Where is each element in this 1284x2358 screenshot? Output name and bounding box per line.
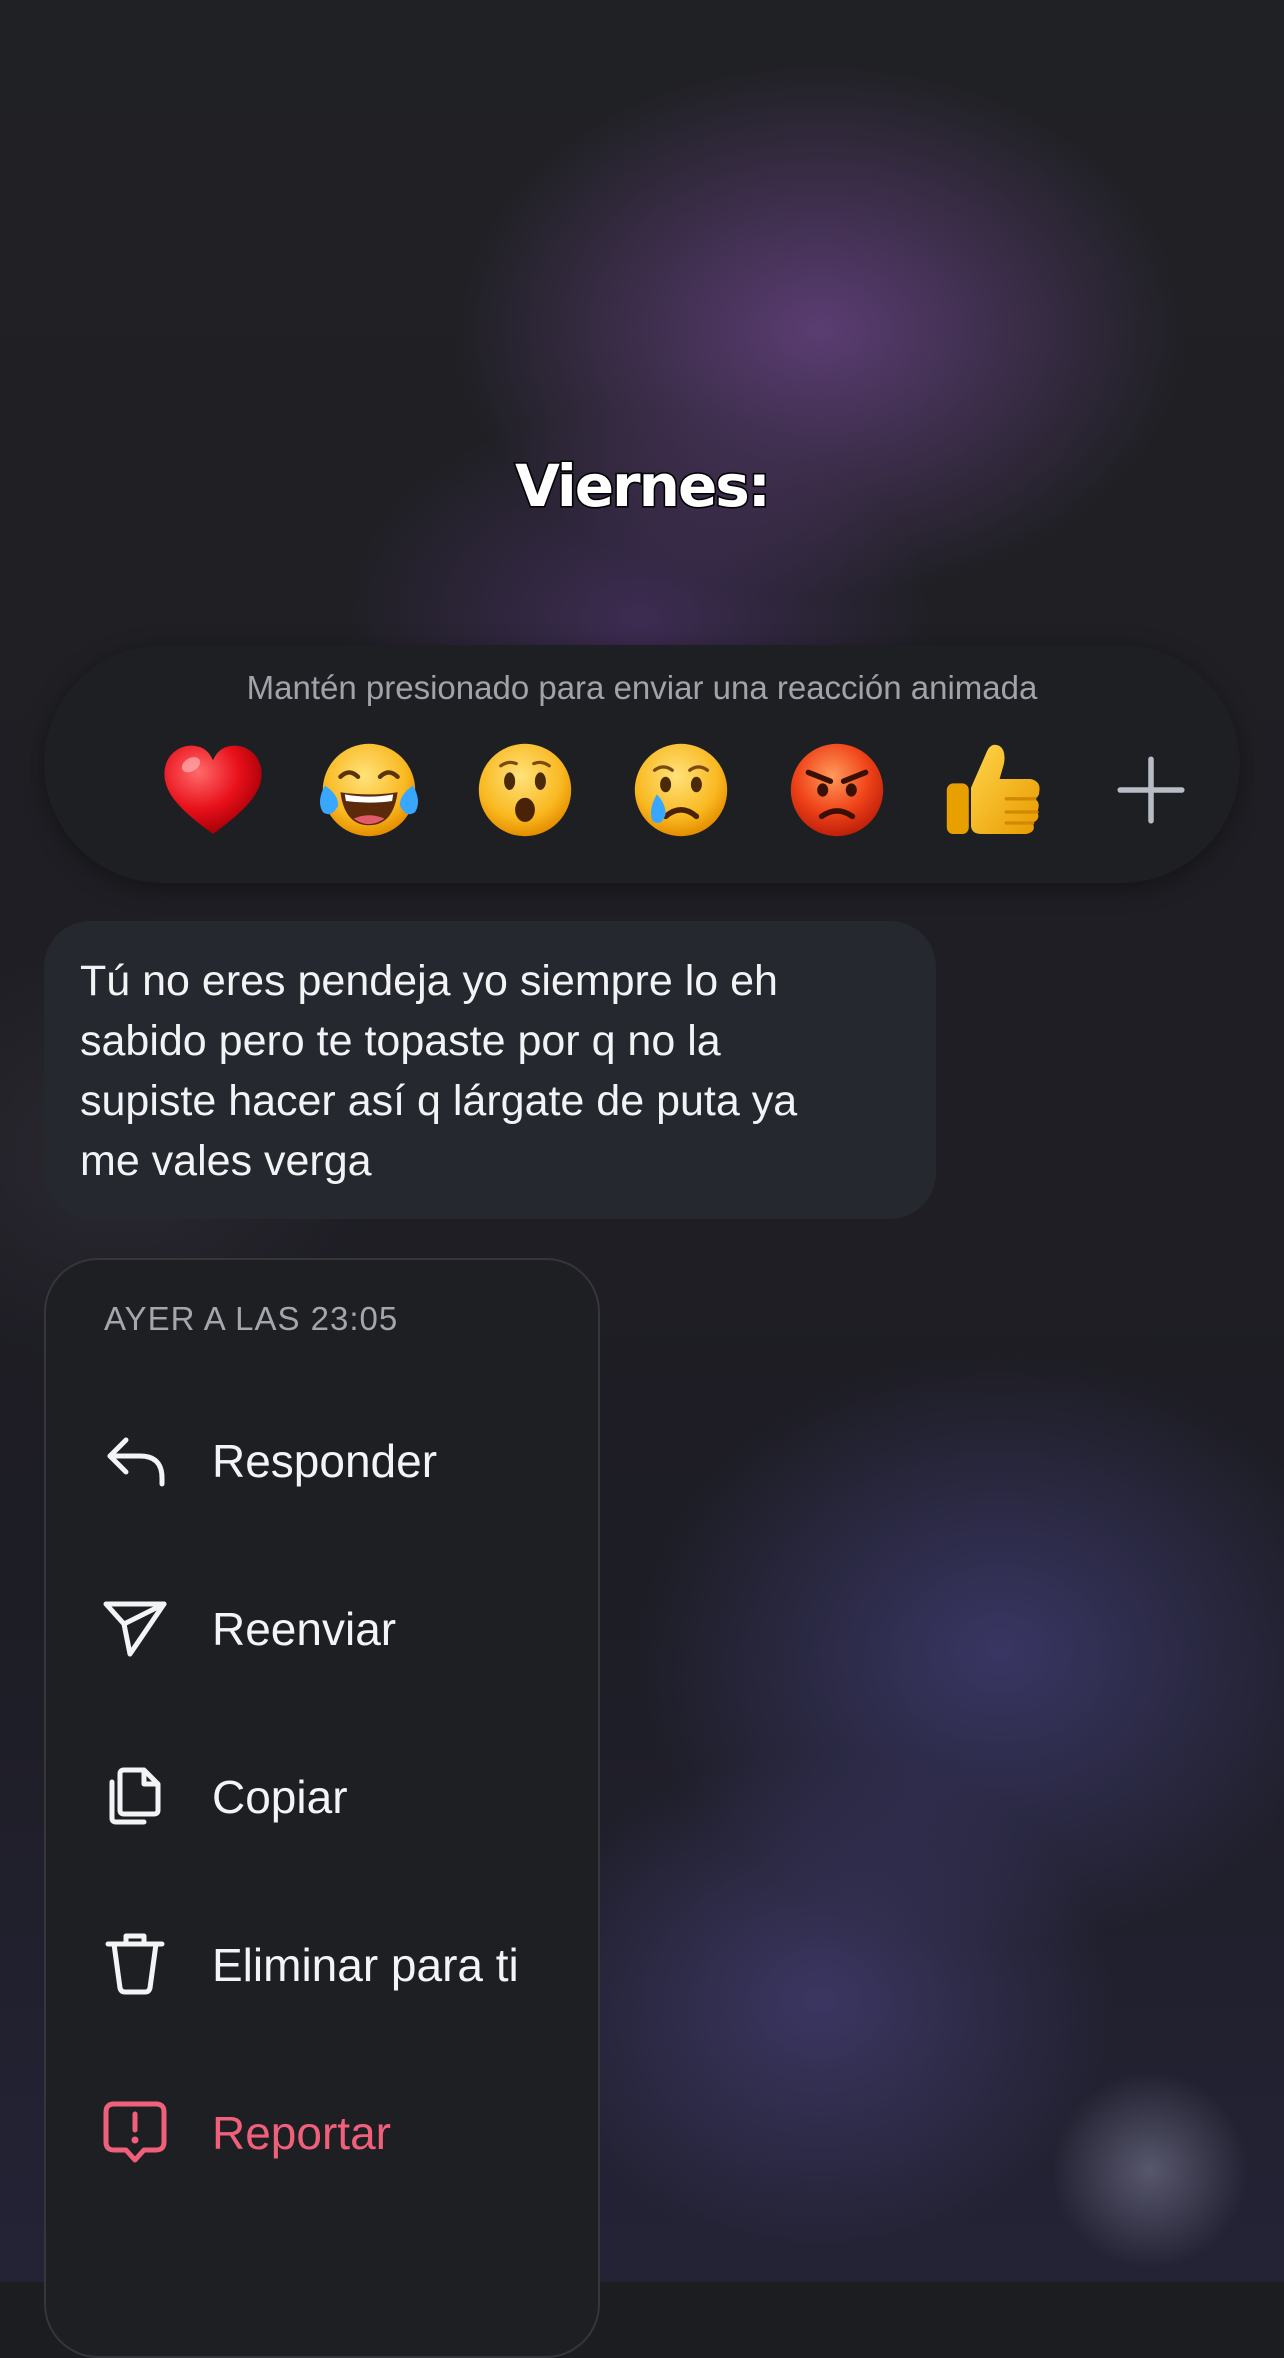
message-text: Tú no eres pendeja yo siempre lo eh sabi…	[80, 957, 798, 1185]
face-with-tears-of-joy-emoji[interactable]	[314, 735, 424, 845]
red-heart-emoji[interactable]	[158, 735, 268, 845]
send-icon	[100, 1592, 170, 1662]
menu-item-label: Reportar	[212, 2107, 391, 2159]
menu-item-label: Copiar	[212, 1771, 348, 1823]
menu-item-label: Reenviar	[212, 1603, 397, 1655]
copy-icon	[100, 1760, 170, 1830]
menu-item-delete[interactable]: Eliminar para ti	[46, 1902, 598, 2022]
emoji-row	[44, 735, 1240, 855]
menu-item-forward[interactable]: Reenviar	[46, 1566, 598, 1686]
video-caption-overlay: Viernes:	[513, 451, 772, 522]
reaction-hint: Mantén presionado para enviar una reacci…	[246, 669, 1038, 706]
menu-item-report[interactable]: Reportar	[46, 2070, 598, 2190]
reaction-bar: Mantén presionado para enviar una reacci…	[44, 645, 1240, 883]
message-bubble[interactable]: Tú no eres pendeja yo siempre lo eh sabi…	[44, 921, 936, 1219]
menu-item-label: Responder	[212, 1435, 438, 1487]
face-with-open-mouth-emoji[interactable]	[470, 735, 580, 845]
trash-icon	[100, 1928, 170, 1998]
message-timestamp: AYER A LAS 23:05	[104, 1300, 399, 1337]
menu-item-label: Eliminar para ti	[212, 1939, 519, 1991]
reply-icon	[100, 1424, 170, 1494]
menu-item-reply[interactable]: Responder	[46, 1398, 598, 1518]
report-icon	[100, 2096, 170, 2166]
thumbs-up-emoji[interactable]	[938, 735, 1048, 845]
menu-item-copy[interactable]: Copiar	[46, 1734, 598, 1854]
plus-icon[interactable]	[1096, 735, 1206, 845]
pouting-face-emoji[interactable]	[782, 735, 892, 845]
context-menu: AYER A LAS 23:05 Responder Reenviar Copi…	[44, 1258, 600, 2358]
crying-face-emoji[interactable]	[626, 735, 736, 845]
